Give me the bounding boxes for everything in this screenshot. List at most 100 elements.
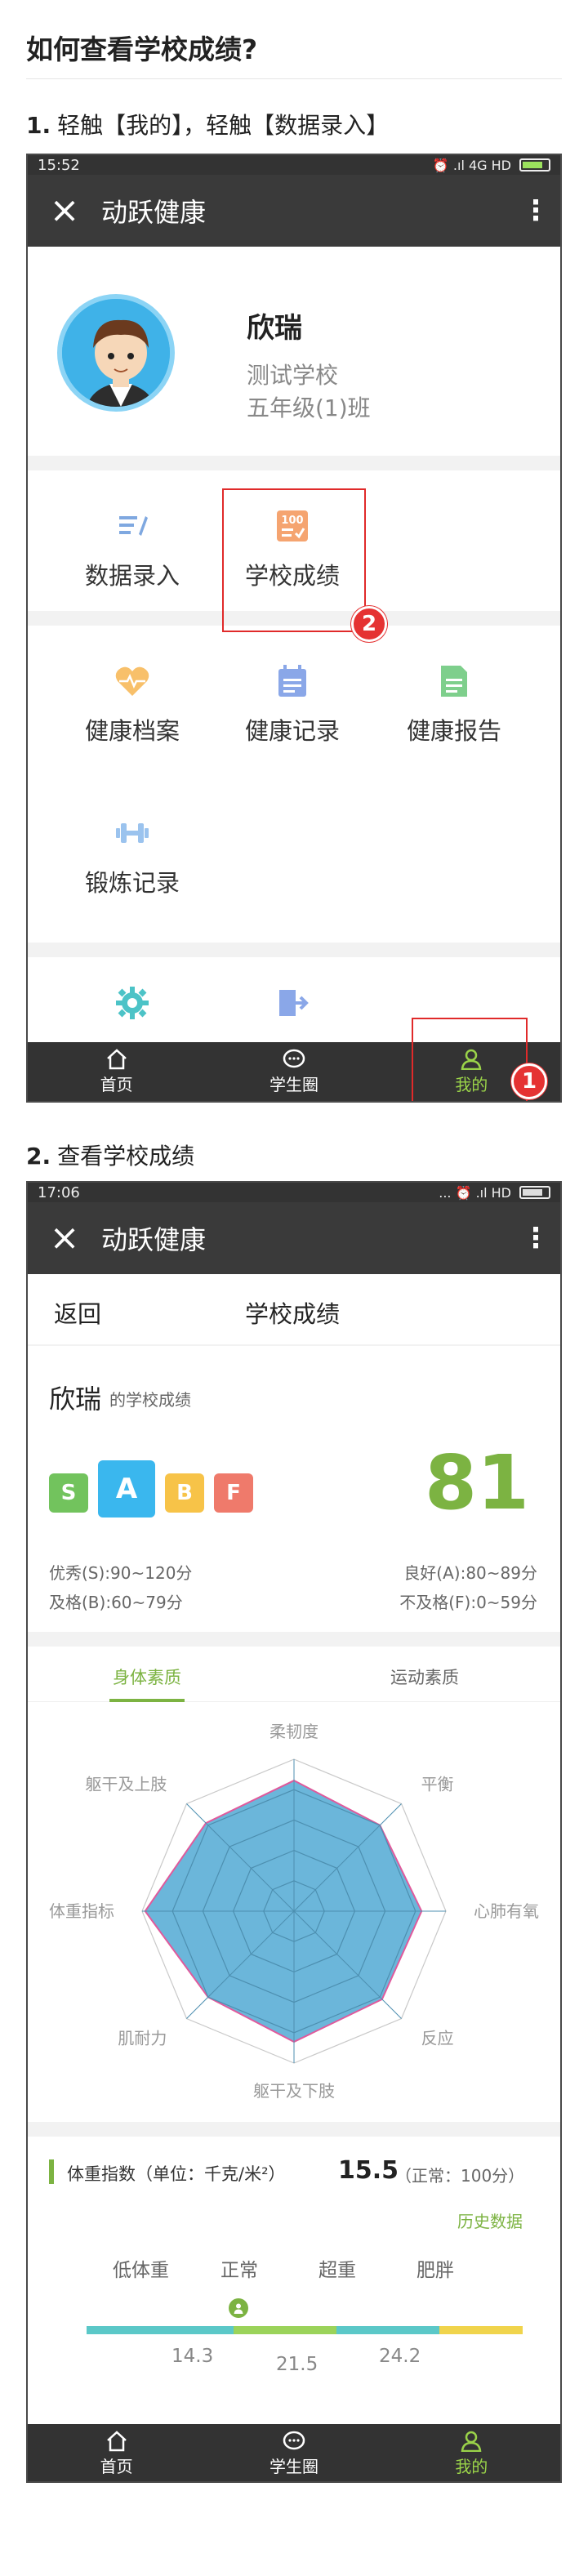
more-menu-icon[interactable]: ⋮ — [511, 197, 560, 225]
grade-a-badge: A — [98, 1460, 155, 1518]
tab-student-circle[interactable]: 学生圈 — [205, 2424, 382, 2481]
user-icon — [461, 2431, 482, 2452]
health-report-label: 健康报告 — [406, 717, 501, 745]
bmi-segment-normal — [234, 2326, 336, 2334]
radar-axis-label: 躯干及上肢 — [85, 1774, 167, 1794]
logout-icon[interactable] — [276, 987, 309, 1023]
dumbbell-icon — [52, 810, 212, 856]
menu-grid: 健康档案 健康记录 健康报告 锻炼记录 — [28, 626, 560, 943]
phone-screenshot-1: 15:52 ⏰ .ıl 4G HD × 动跃健康 ⋮ 欣瑞 测试学校 五年级(1… — [26, 154, 562, 1103]
step-1: 1. 轻触【我的】，轻触【数据录入】 — [26, 108, 389, 140]
radar-axis-label: 柔韧度 — [270, 1722, 318, 1741]
home-icon — [106, 2430, 127, 2451]
app-header: × 动跃健康 ⋮ — [28, 175, 560, 247]
history-data-link[interactable]: 历史数据 — [457, 2208, 523, 2232]
section-accent — [49, 2159, 54, 2184]
step-text: 轻触【我的】，轻触【数据录入】 — [57, 112, 390, 139]
sub-header: 返回 学校成绩 — [28, 1274, 560, 1344]
tab-home[interactable]: 首页 — [28, 1042, 205, 1101]
status-icons: ... ⏰ .ıl HD — [439, 1184, 511, 1201]
user-school: 测试学校 — [247, 362, 339, 389]
chat-icon — [283, 2431, 305, 2449]
settings-icon[interactable] — [116, 987, 149, 1023]
exercise-record-button[interactable]: 锻炼记录 — [52, 810, 212, 898]
legend-f: 不及格(F):0~59分 — [399, 1593, 537, 1612]
grade-f-badge: F — [214, 1473, 253, 1513]
back-button[interactable]: 返回 — [54, 1295, 101, 1330]
bmi-card: 体重指数（单位：千克/米²） 15.5 （正常：100分） 历史数据 低体重 正… — [28, 2137, 560, 2424]
highlight-mine-tab — [412, 1018, 528, 1101]
app-header: × 动跃健康 ⋮ — [28, 1202, 560, 1274]
subtabs: 身体素质 运动素质 — [28, 1647, 560, 1702]
sub-title: 学校成绩 — [245, 1300, 341, 1328]
tab-home[interactable]: 首页 — [28, 2424, 205, 2481]
student-suffix: 的学校成绩 — [109, 1390, 191, 1410]
status-bar: 17:06 ... ⏰ .ıl HD — [28, 1183, 560, 1202]
bmi-category-normal: 正常 — [220, 2260, 258, 2281]
status-time: 15:52 — [38, 156, 80, 174]
data-entry-icon — [52, 503, 212, 549]
health-report-button[interactable]: 健康报告 — [374, 658, 534, 747]
score-value: 81 — [424, 1439, 529, 1526]
legend-b: 及格(B):60~79分 — [49, 1593, 183, 1612]
close-icon[interactable]: × — [28, 193, 101, 229]
highlight-school-score — [222, 488, 366, 632]
tab-indicator — [109, 1699, 185, 1702]
student-name: 欣瑞 — [49, 1384, 102, 1415]
bmi-category-underweight: 低体重 — [113, 2260, 169, 2281]
tab-student-circle-label: 学生圈 — [269, 2456, 318, 2476]
bmi-normal-score: （正常：100分） — [395, 2166, 525, 2186]
tab-mine-label: 我的 — [455, 2456, 488, 2476]
status-bar: 15:52 ⏰ .ıl 4G HD — [28, 155, 560, 175]
bmi-category-obese: 肥胖 — [416, 2260, 454, 2281]
bottom-tab-bar: 首页 学生圈 我的 — [28, 2424, 560, 2481]
tutorial-page: 如何查看学校成绩? 1. 轻触【我的】，轻触【数据录入】 15:52 ⏰ .ıl … — [0, 0, 588, 2576]
more-menu-icon[interactable]: ⋮ — [511, 1224, 560, 1252]
phone-screenshot-2: 17:06 ... ⏰ .ıl HD × 动跃健康 ⋮ 返回 学校成绩 欣瑞 的… — [26, 1181, 562, 2483]
data-entry-button[interactable]: 数据录入 — [52, 503, 212, 591]
step-number: 2. — [26, 1143, 51, 1170]
status-time: 17:06 — [38, 1183, 80, 1201]
step-text: 查看学校成绩 — [57, 1143, 195, 1170]
radar-chart: 柔韧度平衡心肺有氧反应躯干及下肢 肌耐力 体重指标 躯干及上肢 — [49, 1722, 539, 2101]
app-title: 动跃健康 — [101, 197, 207, 228]
bmi-threshold-3: 24.2 — [379, 2346, 421, 2367]
battery-icon — [519, 158, 550, 172]
legend-s: 优秀(S):90~120分 — [49, 1563, 193, 1583]
bmi-threshold-2: 21.5 — [276, 2354, 318, 2375]
grade-s-badge: S — [49, 1473, 88, 1513]
chat-icon — [283, 1049, 305, 1067]
radar-axis-label: 平衡 — [421, 1774, 454, 1794]
page-title: 如何查看学校成绩? — [26, 33, 258, 65]
grade-b-badge: B — [165, 1473, 204, 1513]
user-name: 欣瑞 — [247, 312, 302, 345]
radar-axis-label: 躯干及下肢 — [253, 2081, 335, 2101]
profile-card[interactable]: 欣瑞 测试学校 五年级(1)班 — [28, 247, 560, 456]
bmi-segment-obese — [439, 2326, 523, 2334]
legend-a: 良好(A):80~89分 — [403, 1563, 537, 1583]
tab-home-label: 首页 — [100, 2456, 133, 2476]
tab-home-label: 首页 — [100, 1074, 133, 1094]
avatar — [57, 294, 175, 412]
tab-physical[interactable]: 身体素质 — [113, 1665, 181, 1689]
tab-mine[interactable]: 我的 — [383, 2424, 560, 2481]
quality-card: 身体素质 运动素质 柔韧度 平衡 心肺有氧 反应 躯干及下肢 肌耐力 体重指标 躯干及上肢 — [28, 1647, 560, 2122]
step-number: 1. — [26, 112, 51, 139]
tab-sport[interactable]: 运动素质 — [390, 1665, 459, 1689]
score-card: 欣瑞 的学校成绩 S A B F 81 优秀(S):90~120分 良好(A):… — [28, 1346, 560, 1632]
health-archive-label: 健康档案 — [84, 717, 180, 745]
close-icon[interactable]: × — [28, 1220, 101, 1256]
tab-student-circle-label: 学生圈 — [269, 1074, 318, 1094]
calendar-icon — [212, 658, 372, 704]
heart-icon — [52, 658, 212, 704]
tab-student-circle[interactable]: 学生圈 — [205, 1042, 382, 1101]
health-record-button[interactable]: 健康记录 — [212, 658, 372, 747]
battery-icon — [519, 1186, 550, 1199]
app-title: 动跃健康 — [101, 1224, 207, 1255]
bmi-label: 体重指数（单位：千克/米²） — [67, 2164, 286, 2184]
step-badge-2: 2 — [351, 606, 387, 642]
bmi-segment-over — [336, 2326, 439, 2334]
bmi-value: 15.5 — [338, 2156, 399, 2185]
health-archive-button[interactable]: 健康档案 — [52, 658, 212, 747]
health-record-label: 健康记录 — [244, 717, 340, 745]
